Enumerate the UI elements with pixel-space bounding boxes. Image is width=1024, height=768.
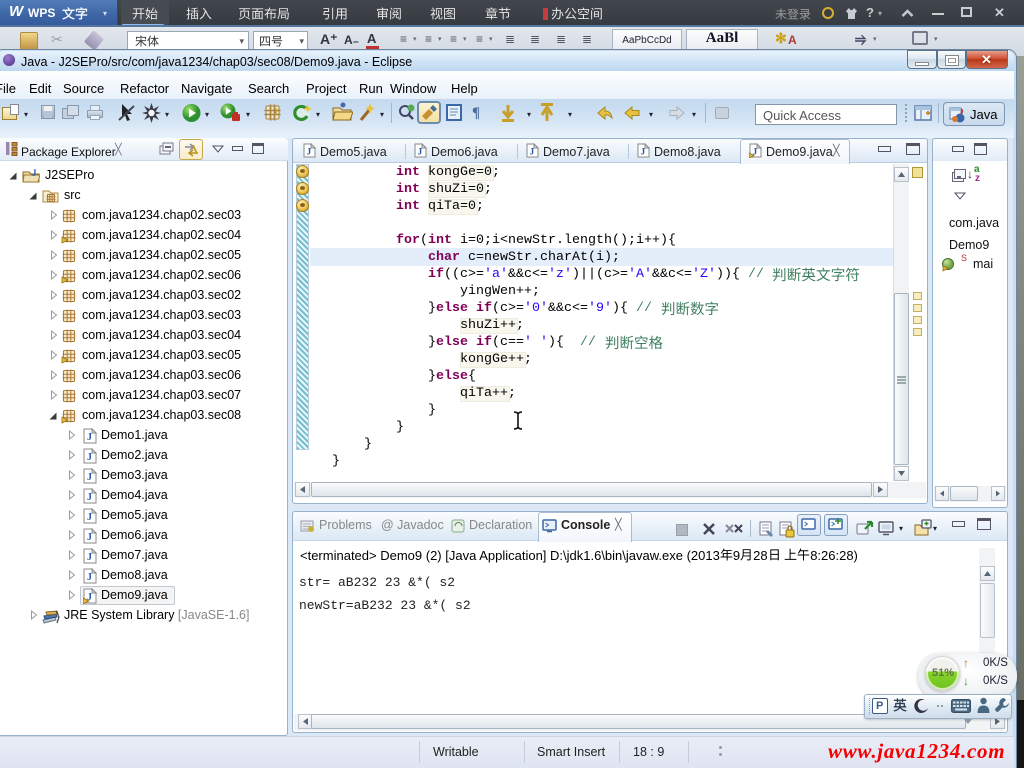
svg-text:J: J xyxy=(87,552,92,563)
svg-text:J: J xyxy=(273,107,278,117)
svg-text:J: J xyxy=(87,472,92,483)
svg-text:J: J xyxy=(87,452,92,463)
svg-text:J: J xyxy=(641,148,646,158)
svg-text:J: J xyxy=(307,148,312,158)
svg-text:J: J xyxy=(87,432,92,443)
svg-text:J: J xyxy=(32,168,37,178)
svg-text:J: J xyxy=(530,148,535,158)
svg-text:J: J xyxy=(87,492,92,503)
svg-text:J: J xyxy=(87,532,92,543)
svg-text:J: J xyxy=(87,512,92,523)
svg-text:J: J xyxy=(418,148,423,158)
svg-text:J: J xyxy=(87,572,92,583)
